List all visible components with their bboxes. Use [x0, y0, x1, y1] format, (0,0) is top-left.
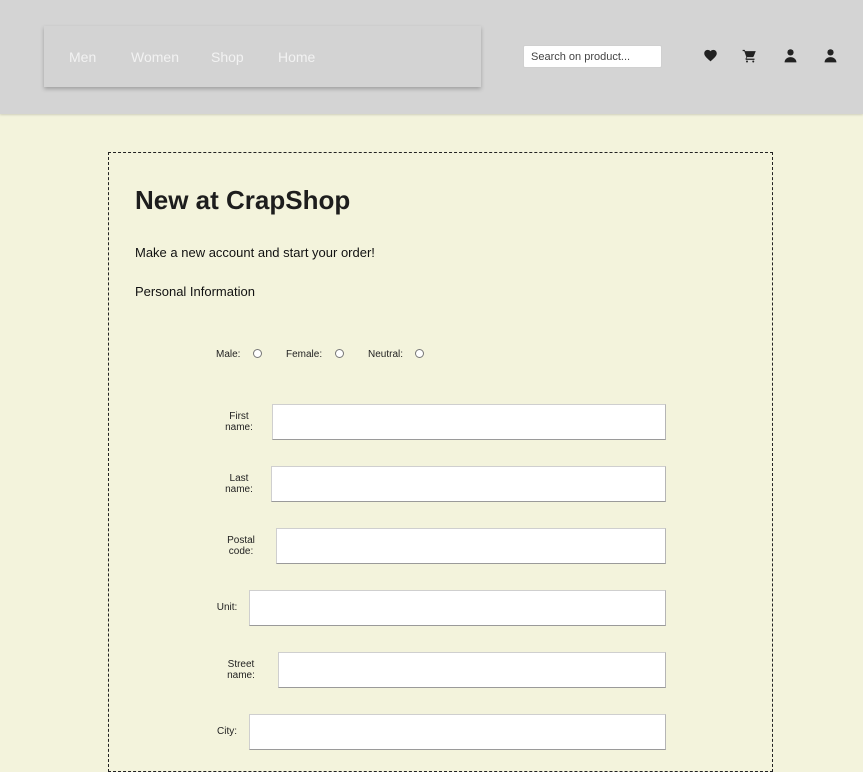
gender-neutral-radio[interactable] — [415, 349, 424, 358]
nav-item-women[interactable]: Women — [131, 49, 179, 65]
nav-item-men[interactable]: Men — [69, 49, 96, 65]
section-heading: Personal Information — [135, 284, 255, 299]
city-field[interactable] — [249, 714, 666, 750]
street-name-label: Street name: — [227, 659, 255, 681]
unit-label: Unit: — [216, 602, 238, 613]
postal-code-label: Postal code: — [227, 535, 255, 557]
user-icon[interactable] — [783, 48, 798, 63]
unit-field[interactable] — [249, 590, 666, 626]
nav-item-home[interactable]: Home — [278, 49, 315, 65]
nav-item-shop[interactable]: Shop — [211, 49, 244, 65]
postal-code-field[interactable] — [276, 528, 666, 564]
cart-icon[interactable] — [742, 48, 757, 63]
site-header: Men Women Shop Home — [0, 0, 863, 114]
street-name-field[interactable] — [278, 652, 666, 688]
first-name-field[interactable] — [272, 404, 666, 440]
heart-icon[interactable] — [703, 48, 718, 63]
signup-form-card: New at CrapShop Make a new account and s… — [108, 152, 773, 772]
last-name-field[interactable] — [271, 466, 666, 502]
last-name-label: Last name: — [225, 473, 253, 495]
gender-male-label: Male: — [216, 349, 241, 360]
search-input[interactable] — [523, 45, 662, 68]
gender-male-radio[interactable] — [253, 349, 262, 358]
first-name-label: First name: — [225, 411, 253, 433]
form-subtitle: Make a new account and start your order! — [135, 245, 375, 260]
page-title: New at CrapShop — [135, 185, 351, 215]
account-icon[interactable] — [823, 48, 838, 63]
gender-neutral-label: Neutral: — [368, 349, 404, 360]
main-nav: Men Women Shop Home — [44, 26, 481, 87]
city-label: City: — [217, 726, 237, 737]
gender-female-radio[interactable] — [335, 349, 344, 358]
gender-female-label: Female: — [286, 349, 323, 360]
